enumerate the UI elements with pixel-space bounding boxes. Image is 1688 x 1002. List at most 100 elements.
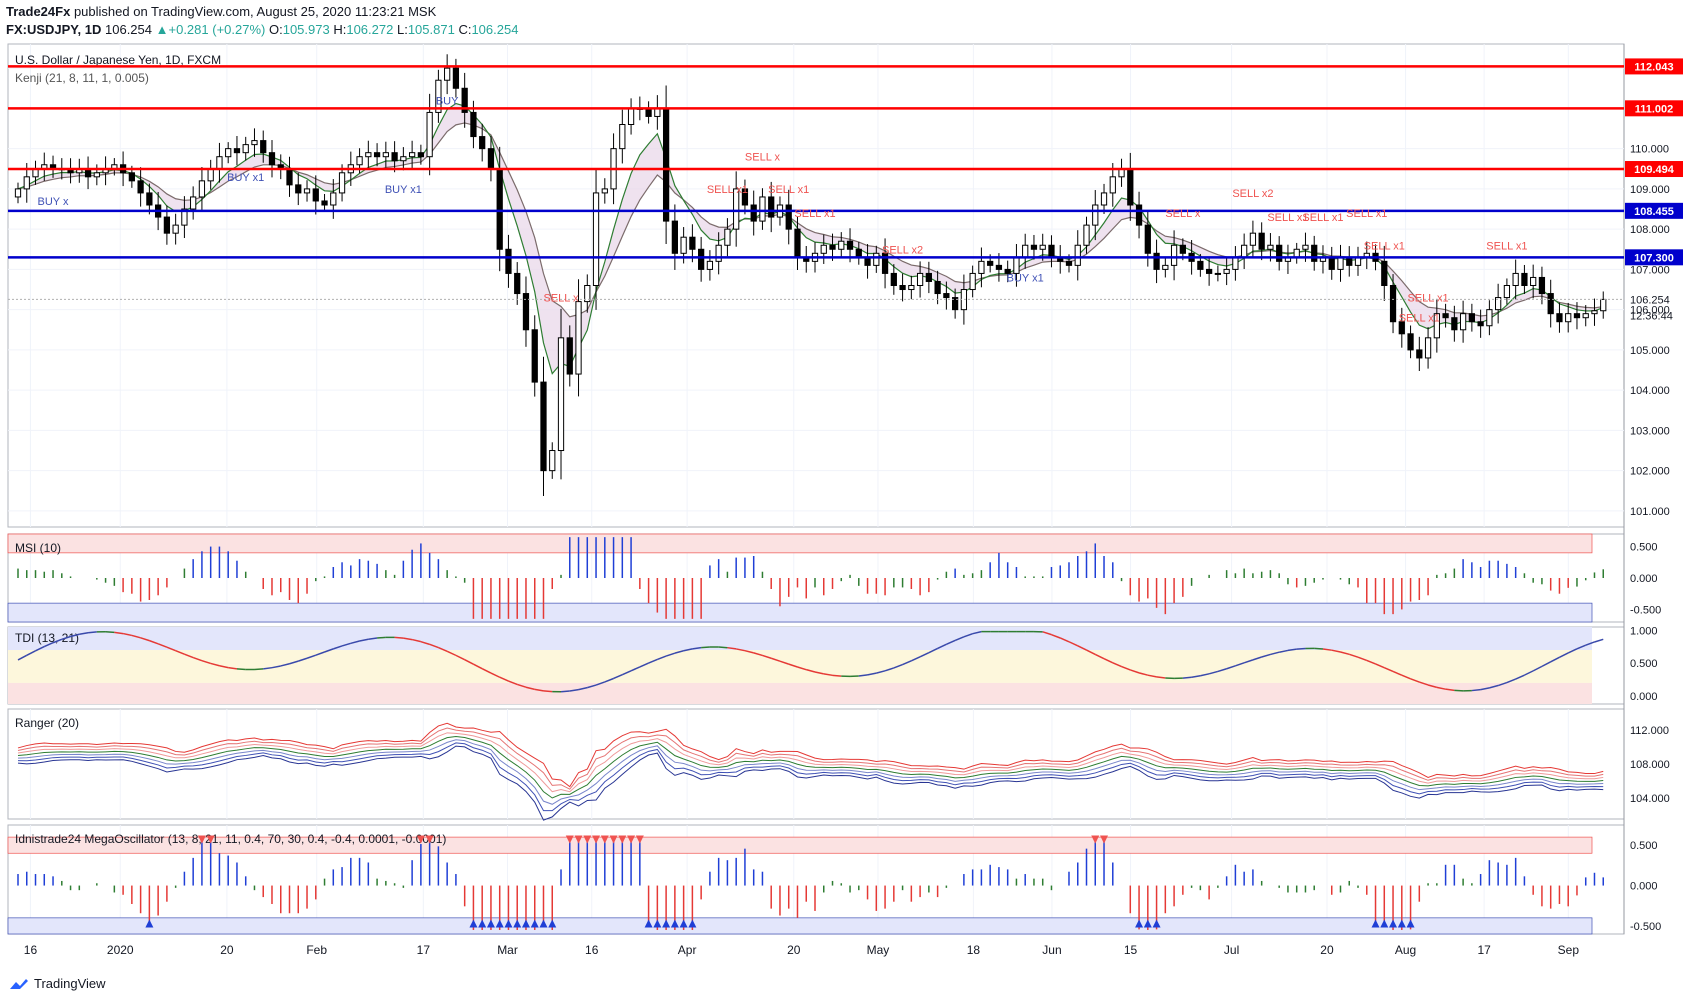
msi-upper-band [7, 533, 1593, 554]
tdi-line-segment [1314, 647, 1324, 650]
level-badge-label: 108.455 [1634, 206, 1674, 218]
mega-pane-title: Idnistrade24 MegaOscillator (13, 8, 21, … [15, 832, 446, 846]
candle-body [487, 148, 495, 170]
y-tick-label: 0.000 [1630, 573, 1658, 585]
candle-body [233, 148, 241, 154]
tdi-line-segment [105, 631, 115, 634]
tdi-line-segment [1471, 688, 1481, 692]
tdi-line-segment [254, 668, 264, 671]
candle-body [575, 301, 582, 375]
candle-body [794, 228, 801, 258]
candle-body [295, 184, 302, 194]
candle-body [1241, 244, 1248, 258]
candle-body [908, 285, 915, 291]
candle-body [1407, 333, 1414, 351]
candle-body [1048, 244, 1055, 258]
signal-label: SELL x1 [1346, 208, 1387, 220]
candle-body [321, 200, 328, 206]
level-badge-label: 112.043 [1634, 61, 1673, 73]
y-tick-label: 1.000 [1630, 625, 1658, 637]
candle-body [1214, 272, 1222, 275]
candle-body [750, 204, 757, 222]
y-tick-label: 0.500 [1630, 542, 1658, 554]
candle-body [549, 450, 556, 472]
x-tick-label: 20 [1320, 943, 1334, 957]
signal-label: BUY x1 [1007, 272, 1044, 284]
candle-body [689, 236, 696, 250]
x-tick-label: 18 [967, 943, 981, 957]
y-tick-label: 0.000 [1630, 691, 1658, 703]
candle-body [1521, 272, 1528, 286]
tdi-line-segment [1182, 676, 1192, 679]
candle-body [137, 180, 144, 194]
signal-label: SELL x1 [1486, 240, 1527, 252]
candle-body [557, 337, 565, 452]
msi-pane-title: MSI (10) [15, 541, 61, 555]
candle-body [785, 204, 792, 230]
tdi-line-segment [87, 631, 97, 634]
brand-label: TradingView [34, 976, 106, 991]
ranger-pane-title: Ranger (20) [15, 716, 79, 730]
tdi-upper-band [8, 627, 1592, 651]
candle-body [1039, 244, 1046, 250]
candle-body [987, 260, 994, 266]
x-tick-label: Feb [306, 943, 327, 957]
x-tick-label: 16 [585, 943, 599, 957]
candle-body [934, 280, 941, 295]
candle-body [303, 188, 311, 194]
candle-body [1205, 268, 1213, 274]
candle-body [829, 244, 836, 250]
y-tick-label: 108.000 [1630, 759, 1670, 771]
candle-body [1416, 349, 1423, 359]
candle-body [1197, 260, 1204, 270]
candle-body [1144, 224, 1151, 254]
candle-body [601, 188, 608, 194]
candle-body [540, 381, 547, 472]
signal-label: SELL x2 [882, 244, 923, 256]
candle-body [645, 107, 652, 117]
y-tick-label: 110.000 [1630, 144, 1669, 156]
candle-body [566, 337, 573, 375]
candle-body [242, 144, 249, 154]
candle-body [838, 240, 845, 250]
y-tick-label: 0.500 [1630, 658, 1658, 670]
candle-body [198, 180, 206, 198]
candle-body [873, 252, 880, 266]
candle-body [978, 260, 985, 274]
tradingview-cloud-icon [10, 978, 28, 989]
candle-body [698, 248, 705, 270]
candle-body [400, 156, 407, 162]
candle-body [768, 196, 775, 218]
y-tick-label: -0.500 [1630, 604, 1661, 616]
y-tick-label: 0.000 [1630, 881, 1658, 893]
candle-body [1249, 232, 1257, 246]
y-tick-label: 102.000 [1630, 466, 1670, 478]
tdi-line-segment [394, 636, 404, 639]
candle-body [426, 111, 433, 158]
candle-body [1022, 244, 1029, 258]
candle-body [1477, 321, 1484, 327]
y-tick-label: 109.000 [1630, 184, 1670, 196]
tradingview-logo[interactable]: TradingView [8, 976, 106, 991]
candle-body [1538, 276, 1546, 295]
last-price-label: 106.254 [1630, 294, 1670, 306]
candle-body [1092, 204, 1099, 226]
candle-body [619, 124, 626, 150]
tdi-pane-title: TDI (13, 21) [15, 631, 79, 645]
candle-body [207, 168, 214, 182]
mega-lower-band [7, 917, 1593, 935]
level-badge-label: 107.300 [1634, 252, 1674, 264]
indicator-label-kenji: Kenji (21, 8, 11, 1, 0.005) [15, 71, 149, 85]
y-tick-label: 104.000 [1630, 793, 1670, 805]
candle-body [890, 272, 897, 286]
x-tick-label: 20 [787, 943, 801, 957]
tdi-line-segment [701, 646, 710, 649]
candle-body [969, 272, 976, 291]
candle-body [1074, 244, 1081, 266]
signal-label: SELL x [543, 293, 579, 305]
main-pane-title: U.S. Dollar / Japanese Yen, 1D, FXCM [15, 53, 221, 67]
candle-body [356, 156, 363, 166]
chart-canvas[interactable]: 16 2020 20 Feb 17 Mar 16 Apr 20 May 18 Jun 15 Jul 20 Au… [0, 0, 1688, 1002]
candle-body [995, 264, 1003, 270]
y-tick-label: 107.000 [1630, 264, 1670, 276]
